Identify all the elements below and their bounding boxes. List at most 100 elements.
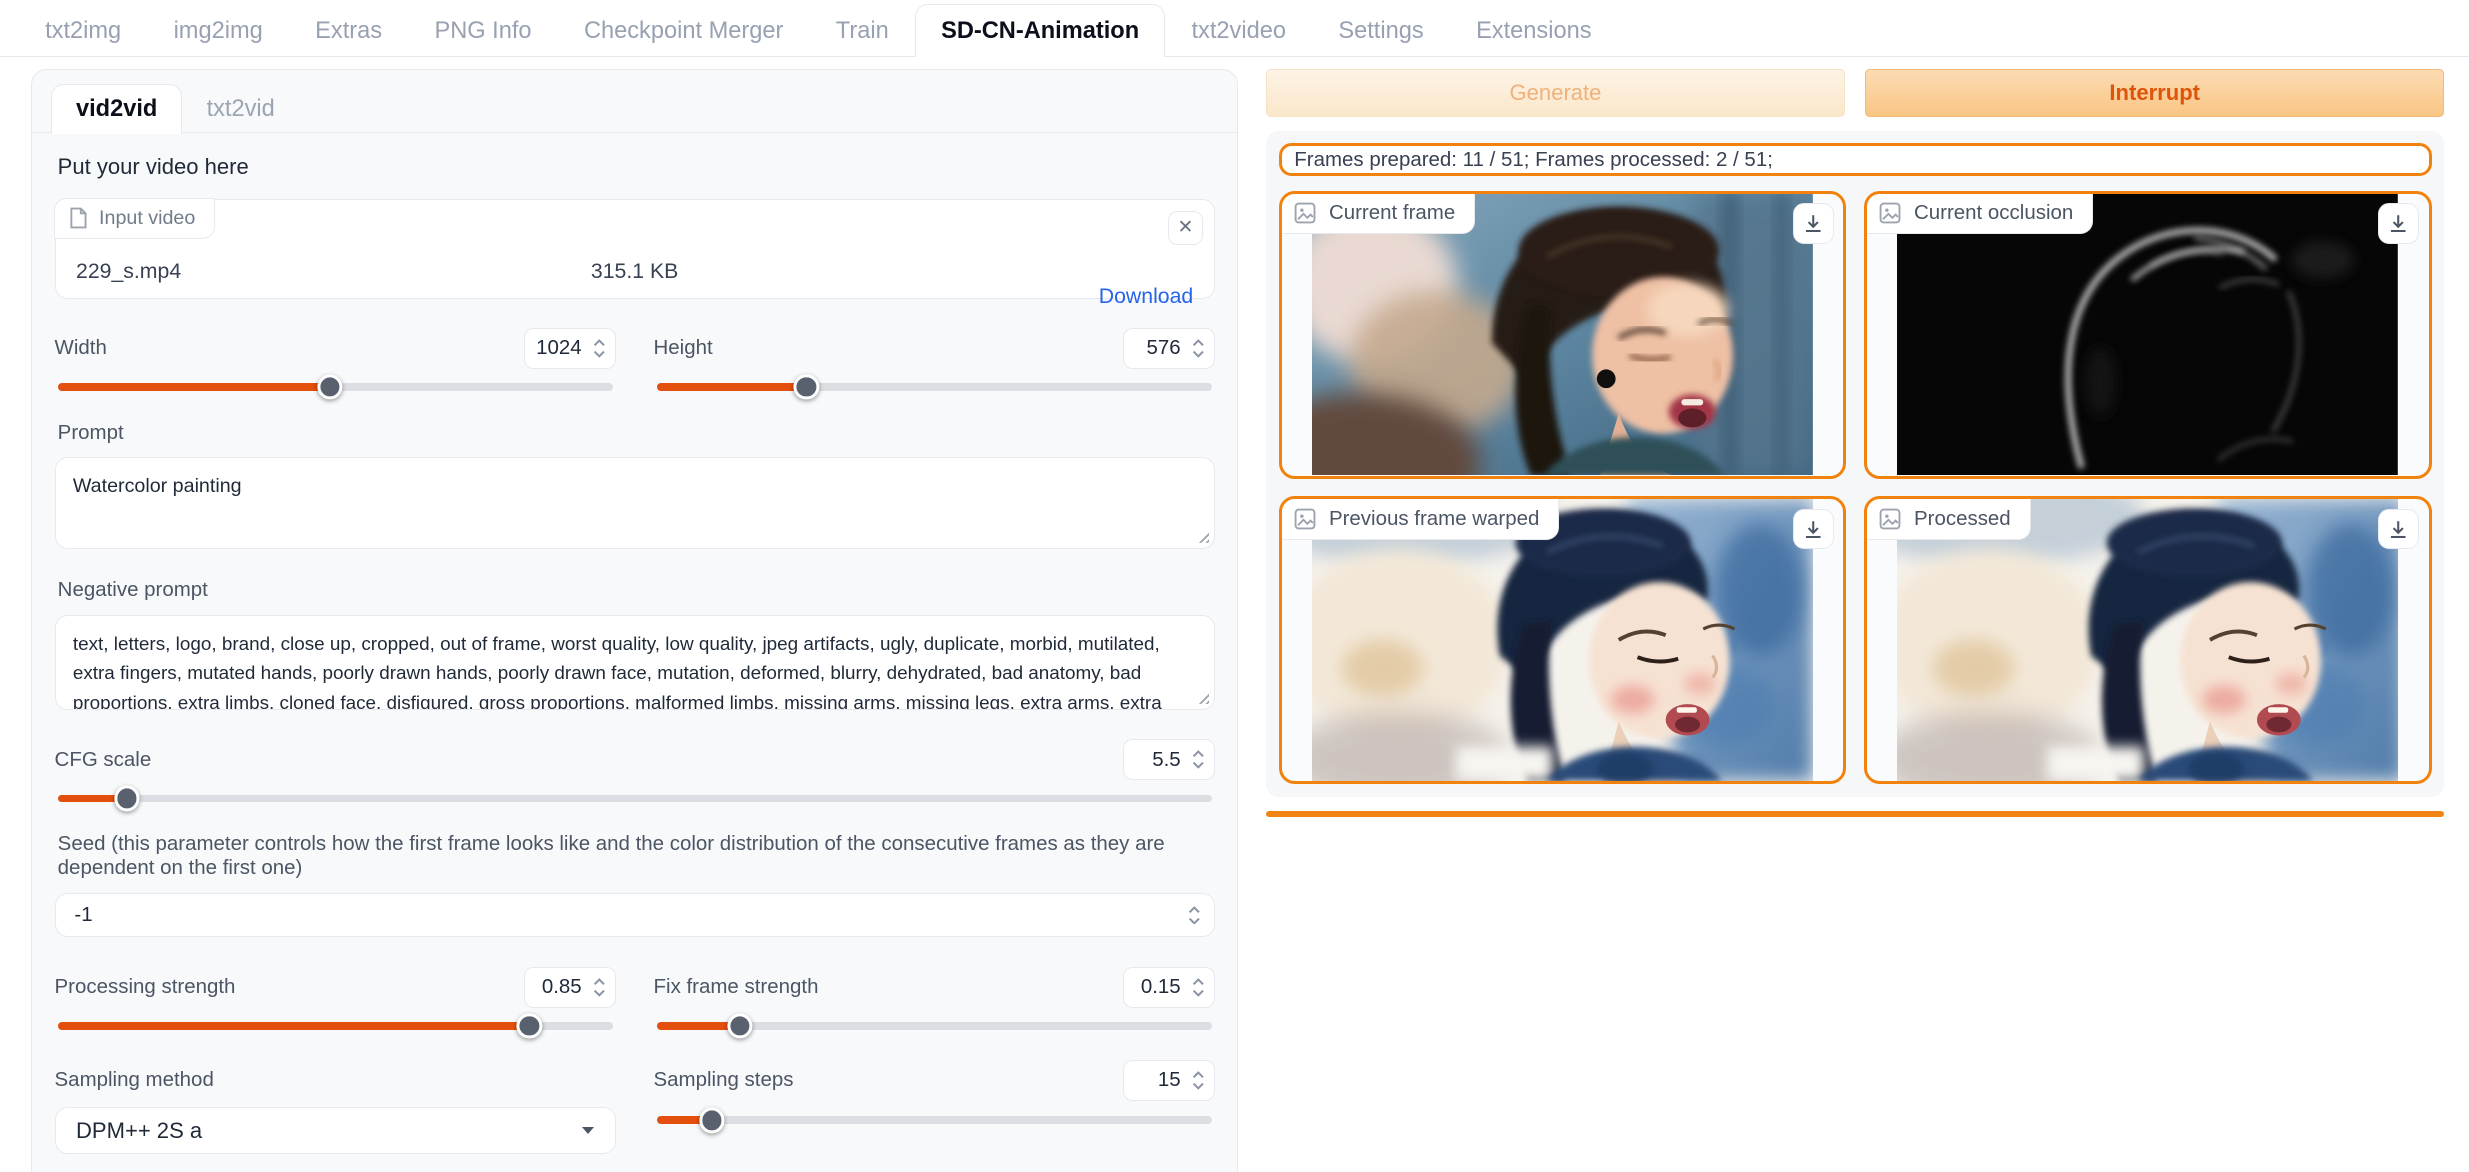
- tab-extensions[interactable]: Extensions: [1450, 4, 1618, 57]
- tab-txt2vid[interactable]: txt2vid: [182, 84, 299, 134]
- output-panel: Frames prepared: 11 / 51; Frames process…: [1266, 131, 2444, 797]
- current-occlusion-image[interactable]: [1897, 194, 2398, 476]
- width-label: Width: [55, 336, 107, 360]
- current-frame-image[interactable]: [1312, 194, 1813, 476]
- download-icon: [2388, 519, 2408, 539]
- sampling-steps-number-input[interactable]: 15: [1123, 1060, 1214, 1101]
- cfg-slider[interactable]: [58, 795, 1212, 803]
- sampling-method-label: Sampling method: [55, 1068, 214, 1092]
- resize-handle[interactable]: [1195, 529, 1209, 543]
- previous-frame-warped-image[interactable]: [1312, 499, 1813, 781]
- input-video-chip-label: Input video: [99, 207, 195, 230]
- seed-block: Seed (this parameter controls how the fi…: [55, 832, 1215, 937]
- cfg-number-input[interactable]: 5.5: [1123, 739, 1214, 780]
- download-icon: [2388, 213, 2408, 233]
- spinner-arrows-icon[interactable]: [1189, 750, 1209, 769]
- spinner-arrows-icon[interactable]: [1189, 1071, 1209, 1090]
- frame-label: Previous frame warped: [1329, 507, 1539, 531]
- download-button[interactable]: [2378, 203, 2419, 244]
- previous-frame-warped-panel: Previous frame warped: [1279, 496, 1847, 784]
- interrupt-button[interactable]: Interrupt: [1865, 69, 2444, 116]
- close-icon[interactable]: ✕: [1168, 211, 1203, 246]
- tab-train[interactable]: Train: [810, 4, 915, 57]
- frame-label-chip: Processed: [1867, 499, 2031, 540]
- frame-label-chip: Current occlusion: [1867, 194, 2093, 235]
- fix-frame-strength-slider-thumb[interactable]: [727, 1013, 752, 1038]
- sampling-row: Sampling method DPM++ 2S a Sampling step…: [55, 1060, 1215, 1154]
- fix-frame-strength-slider[interactable]: [657, 1022, 1212, 1030]
- main-content: vid2vid txt2vid Put your video here Inpu…: [0, 57, 2469, 1172]
- seed-input[interactable]: -1: [55, 893, 1215, 937]
- sampling-method-dropdown[interactable]: DPM++ 2S a: [55, 1107, 616, 1154]
- width-slider[interactable]: [58, 383, 613, 391]
- image-icon: [1879, 508, 1901, 530]
- sampling-steps-slider[interactable]: [657, 1116, 1212, 1124]
- status-textbox: Frames prepared: 11 / 51; Frames process…: [1279, 143, 2432, 176]
- sampling-steps-block: Sampling steps 15: [654, 1060, 1215, 1154]
- sampling-method-block: Sampling method DPM++ 2S a: [55, 1060, 616, 1154]
- width-slider-thumb[interactable]: [317, 374, 342, 399]
- height-label: Height: [654, 336, 713, 360]
- processed-image[interactable]: [1897, 499, 2398, 781]
- tab-txt2video[interactable]: txt2video: [1165, 4, 1312, 57]
- cfg-slider-thumb[interactable]: [114, 786, 139, 811]
- processing-strength-slider-thumb[interactable]: [517, 1013, 542, 1038]
- prompt-block: Prompt Watercolor painting: [55, 421, 1215, 549]
- processed-panel: Processed: [1864, 496, 2432, 784]
- progress-bar: [1266, 811, 2444, 817]
- frame-label-chip: Current frame: [1282, 194, 1475, 235]
- download-icon: [1803, 519, 1823, 539]
- processing-strength-label: Processing strength: [55, 975, 236, 999]
- current-frame-panel: Current frame: [1279, 191, 1847, 479]
- spinner-arrows-icon[interactable]: [1189, 978, 1209, 997]
- download-button[interactable]: [1793, 203, 1834, 244]
- frame-label-chip: Previous frame warped: [1282, 499, 1560, 540]
- prompt-textarea[interactable]: Watercolor painting: [55, 457, 1215, 548]
- download-link[interactable]: Download: [1099, 284, 1194, 309]
- processing-strength-number-input[interactable]: 0.85: [524, 967, 615, 1008]
- generate-button[interactable]: Generate: [1266, 69, 1845, 116]
- download-button[interactable]: [1793, 509, 1834, 550]
- download-icon: [1803, 213, 1823, 233]
- processing-strength-slider[interactable]: [58, 1022, 613, 1030]
- size-row: Width 1024: [55, 328, 1215, 391]
- download-button[interactable]: [2378, 509, 2419, 550]
- action-buttons: Generate Interrupt: [1266, 69, 2444, 116]
- height-slider-thumb[interactable]: [794, 374, 819, 399]
- frame-label: Current occlusion: [1914, 201, 2073, 225]
- fix-frame-strength-label: Fix frame strength: [654, 975, 819, 999]
- frame-label: Current frame: [1329, 201, 1455, 225]
- spinner-arrows-icon[interactable]: [1184, 906, 1204, 925]
- fix-frame-strength-number-input[interactable]: 0.15: [1123, 967, 1214, 1008]
- image-icon: [1294, 508, 1316, 530]
- width-number-input[interactable]: 1024: [524, 328, 615, 369]
- negative-prompt-textarea[interactable]: text, letters, logo, brand, close up, cr…: [55, 615, 1215, 709]
- current-occlusion-panel: Current occlusion: [1864, 191, 2432, 479]
- spinner-arrows-icon[interactable]: [590, 339, 610, 358]
- resize-handle[interactable]: [1195, 690, 1209, 704]
- sampling-steps-slider-thumb[interactable]: [700, 1108, 725, 1133]
- input-video-box: Input video ✕ 229_s.mp4 315.1 KB Downloa…: [55, 199, 1215, 300]
- tab-png-info[interactable]: PNG Info: [408, 4, 557, 57]
- tab-vid2vid[interactable]: vid2vid: [51, 84, 182, 134]
- height-slider[interactable]: [657, 383, 1212, 391]
- spinner-arrows-icon[interactable]: [590, 978, 610, 997]
- strength-row: Processing strength 0.85: [55, 967, 1215, 1030]
- height-slider-block: Height 576: [654, 328, 1215, 391]
- seed-label: Seed (this parameter controls how the fi…: [58, 832, 1212, 880]
- tab-extras[interactable]: Extras: [289, 4, 408, 57]
- tab-img2img[interactable]: img2img: [147, 4, 289, 57]
- negative-prompt-label: Negative prompt: [58, 578, 1212, 602]
- frames-grid: Current frame: [1279, 191, 2432, 785]
- tab-settings[interactable]: Settings: [1312, 4, 1450, 57]
- tab-checkpoint-merger[interactable]: Checkpoint Merger: [558, 4, 810, 57]
- spinner-arrows-icon[interactable]: [1189, 339, 1209, 358]
- cfg-label: CFG scale: [55, 748, 152, 772]
- mode-tab-bar: vid2vid txt2vid: [32, 80, 1236, 134]
- tab-sd-cn-animation[interactable]: SD-CN-Animation: [915, 4, 1165, 57]
- output-column: Generate Interrupt Frames prepared: 11 /…: [1266, 69, 2444, 817]
- processing-strength-block: Processing strength 0.85: [55, 967, 616, 1030]
- frame-label: Processed: [1914, 507, 2011, 531]
- height-number-input[interactable]: 576: [1123, 328, 1214, 369]
- tab-txt2img[interactable]: txt2img: [19, 4, 147, 57]
